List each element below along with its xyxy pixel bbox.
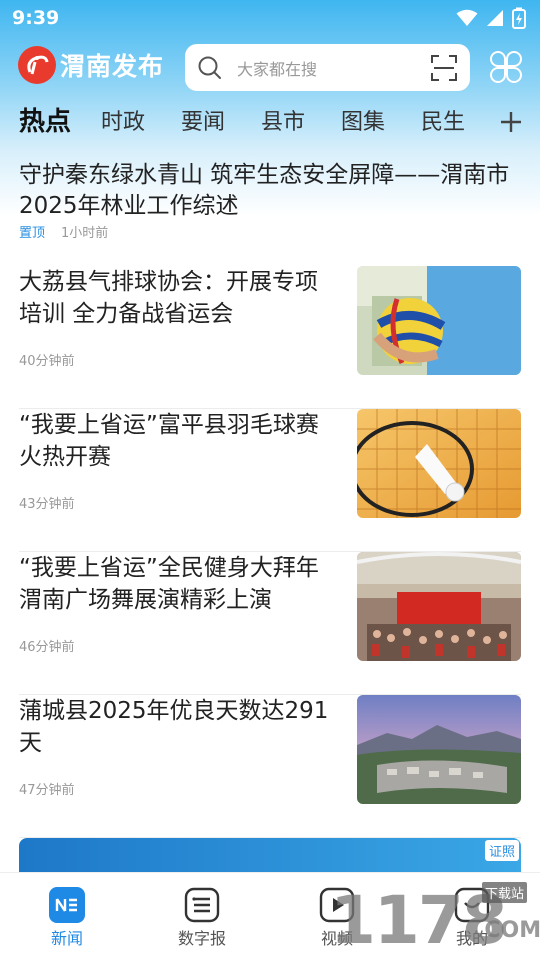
- apps-grid-icon[interactable]: [489, 50, 523, 84]
- status-time: 9:39: [12, 7, 60, 29]
- badminton-thumbnail: [357, 409, 521, 518]
- nav-news-label: 新闻: [50, 929, 83, 948]
- tab-hot[interactable]: 热点: [19, 101, 71, 138]
- search-placeholder: 大家都在搜: [237, 59, 318, 79]
- status-bar: 9:39: [0, 0, 540, 36]
- nav-digital-paper[interactable]: 数字报: [152, 873, 252, 960]
- app-header: 渭南发布 大家都在搜: [0, 42, 540, 92]
- news-title: “我要上省运”富平县羽毛球赛火热开赛: [19, 412, 319, 470]
- news-time: 40分钟前: [19, 354, 75, 369]
- city-landscape-thumbnail: [357, 695, 521, 804]
- wifi-icon: [456, 9, 478, 26]
- news-title: “我要上省运”全民健身大拜年渭南广场舞展演精彩上演: [19, 555, 319, 613]
- news-time: 46分钟前: [19, 640, 75, 655]
- news-time: 43分钟前: [19, 497, 75, 512]
- tab-livelihood[interactable]: 民生: [421, 104, 465, 136]
- nav-profile-label: 我的: [455, 929, 488, 948]
- logo-text: 渭南发布: [60, 52, 165, 81]
- status-icons: [456, 7, 526, 29]
- news-item[interactable]: 蒲城县2025年优良天数达291天 47分钟前: [19, 695, 521, 838]
- mall-dance-thumbnail: [357, 552, 521, 661]
- battery-icon: [512, 7, 526, 29]
- scan-icon[interactable]: [430, 54, 458, 82]
- profile-icon: [454, 887, 490, 923]
- news-item[interactable]: “我要上省运”富平县羽毛球赛火热开赛 43分钟前: [19, 409, 521, 552]
- video-icon: [319, 887, 355, 923]
- tab-politics[interactable]: 时政: [101, 104, 145, 136]
- search-input[interactable]: 大家都在搜: [185, 44, 470, 91]
- pinned-article-meta: 置顶 1小时前: [19, 222, 519, 241]
- newspaper-icon: [184, 887, 220, 923]
- news-item[interactable]: “我要上省运”全民健身大拜年渭南广场舞展演精彩上演 46分钟前: [19, 552, 521, 695]
- tab-counties[interactable]: 县市: [261, 104, 305, 136]
- signal-icon: [487, 10, 503, 26]
- news-item[interactable]: 大荔县气排球协会：开展专项培训 全力备战省运会 40分钟前: [19, 266, 521, 409]
- tab-headlines[interactable]: 要闻: [181, 104, 225, 136]
- search-icon: [198, 56, 221, 79]
- pinned-article-time: 1小时前: [61, 226, 109, 241]
- nav-video[interactable]: 视频: [287, 873, 387, 960]
- add-tab-icon[interactable]: [499, 110, 523, 134]
- certificate-badge[interactable]: 证照: [484, 840, 519, 861]
- logo-mark-icon: [18, 46, 56, 84]
- nav-video-label: 视频: [320, 929, 353, 948]
- category-tabs: 热点 时政 要闻 县市 图集 民生: [0, 104, 540, 144]
- pinned-article[interactable]: 守护秦东绿水青山 筑牢生态安全屏障——渭南市2025年林业工作综述 置顶 1小时…: [19, 160, 519, 241]
- app-logo: 渭南发布: [18, 46, 164, 84]
- news-icon: [49, 887, 85, 923]
- pinned-article-title: 守护秦东绿水青山 筑牢生态安全屏障——渭南市2025年林业工作综述: [19, 162, 510, 219]
- pinned-badge: 置顶: [19, 226, 46, 241]
- nav-digital-paper-label: 数字报: [177, 929, 226, 948]
- news-title: 蒲城县2025年优良天数达291天: [19, 698, 329, 756]
- nav-profile[interactable]: 我的: [422, 873, 522, 960]
- news-time: 47分钟前: [19, 783, 75, 798]
- tab-gallery[interactable]: 图集: [341, 104, 385, 136]
- bottom-nav: 新闻 数字报 视频 我的: [0, 872, 540, 960]
- volleyball-thumbnail: [357, 266, 521, 375]
- nav-news[interactable]: 新闻: [17, 873, 117, 960]
- news-title: 大荔县气排球协会：开展专项培训 全力备战省运会: [19, 269, 318, 327]
